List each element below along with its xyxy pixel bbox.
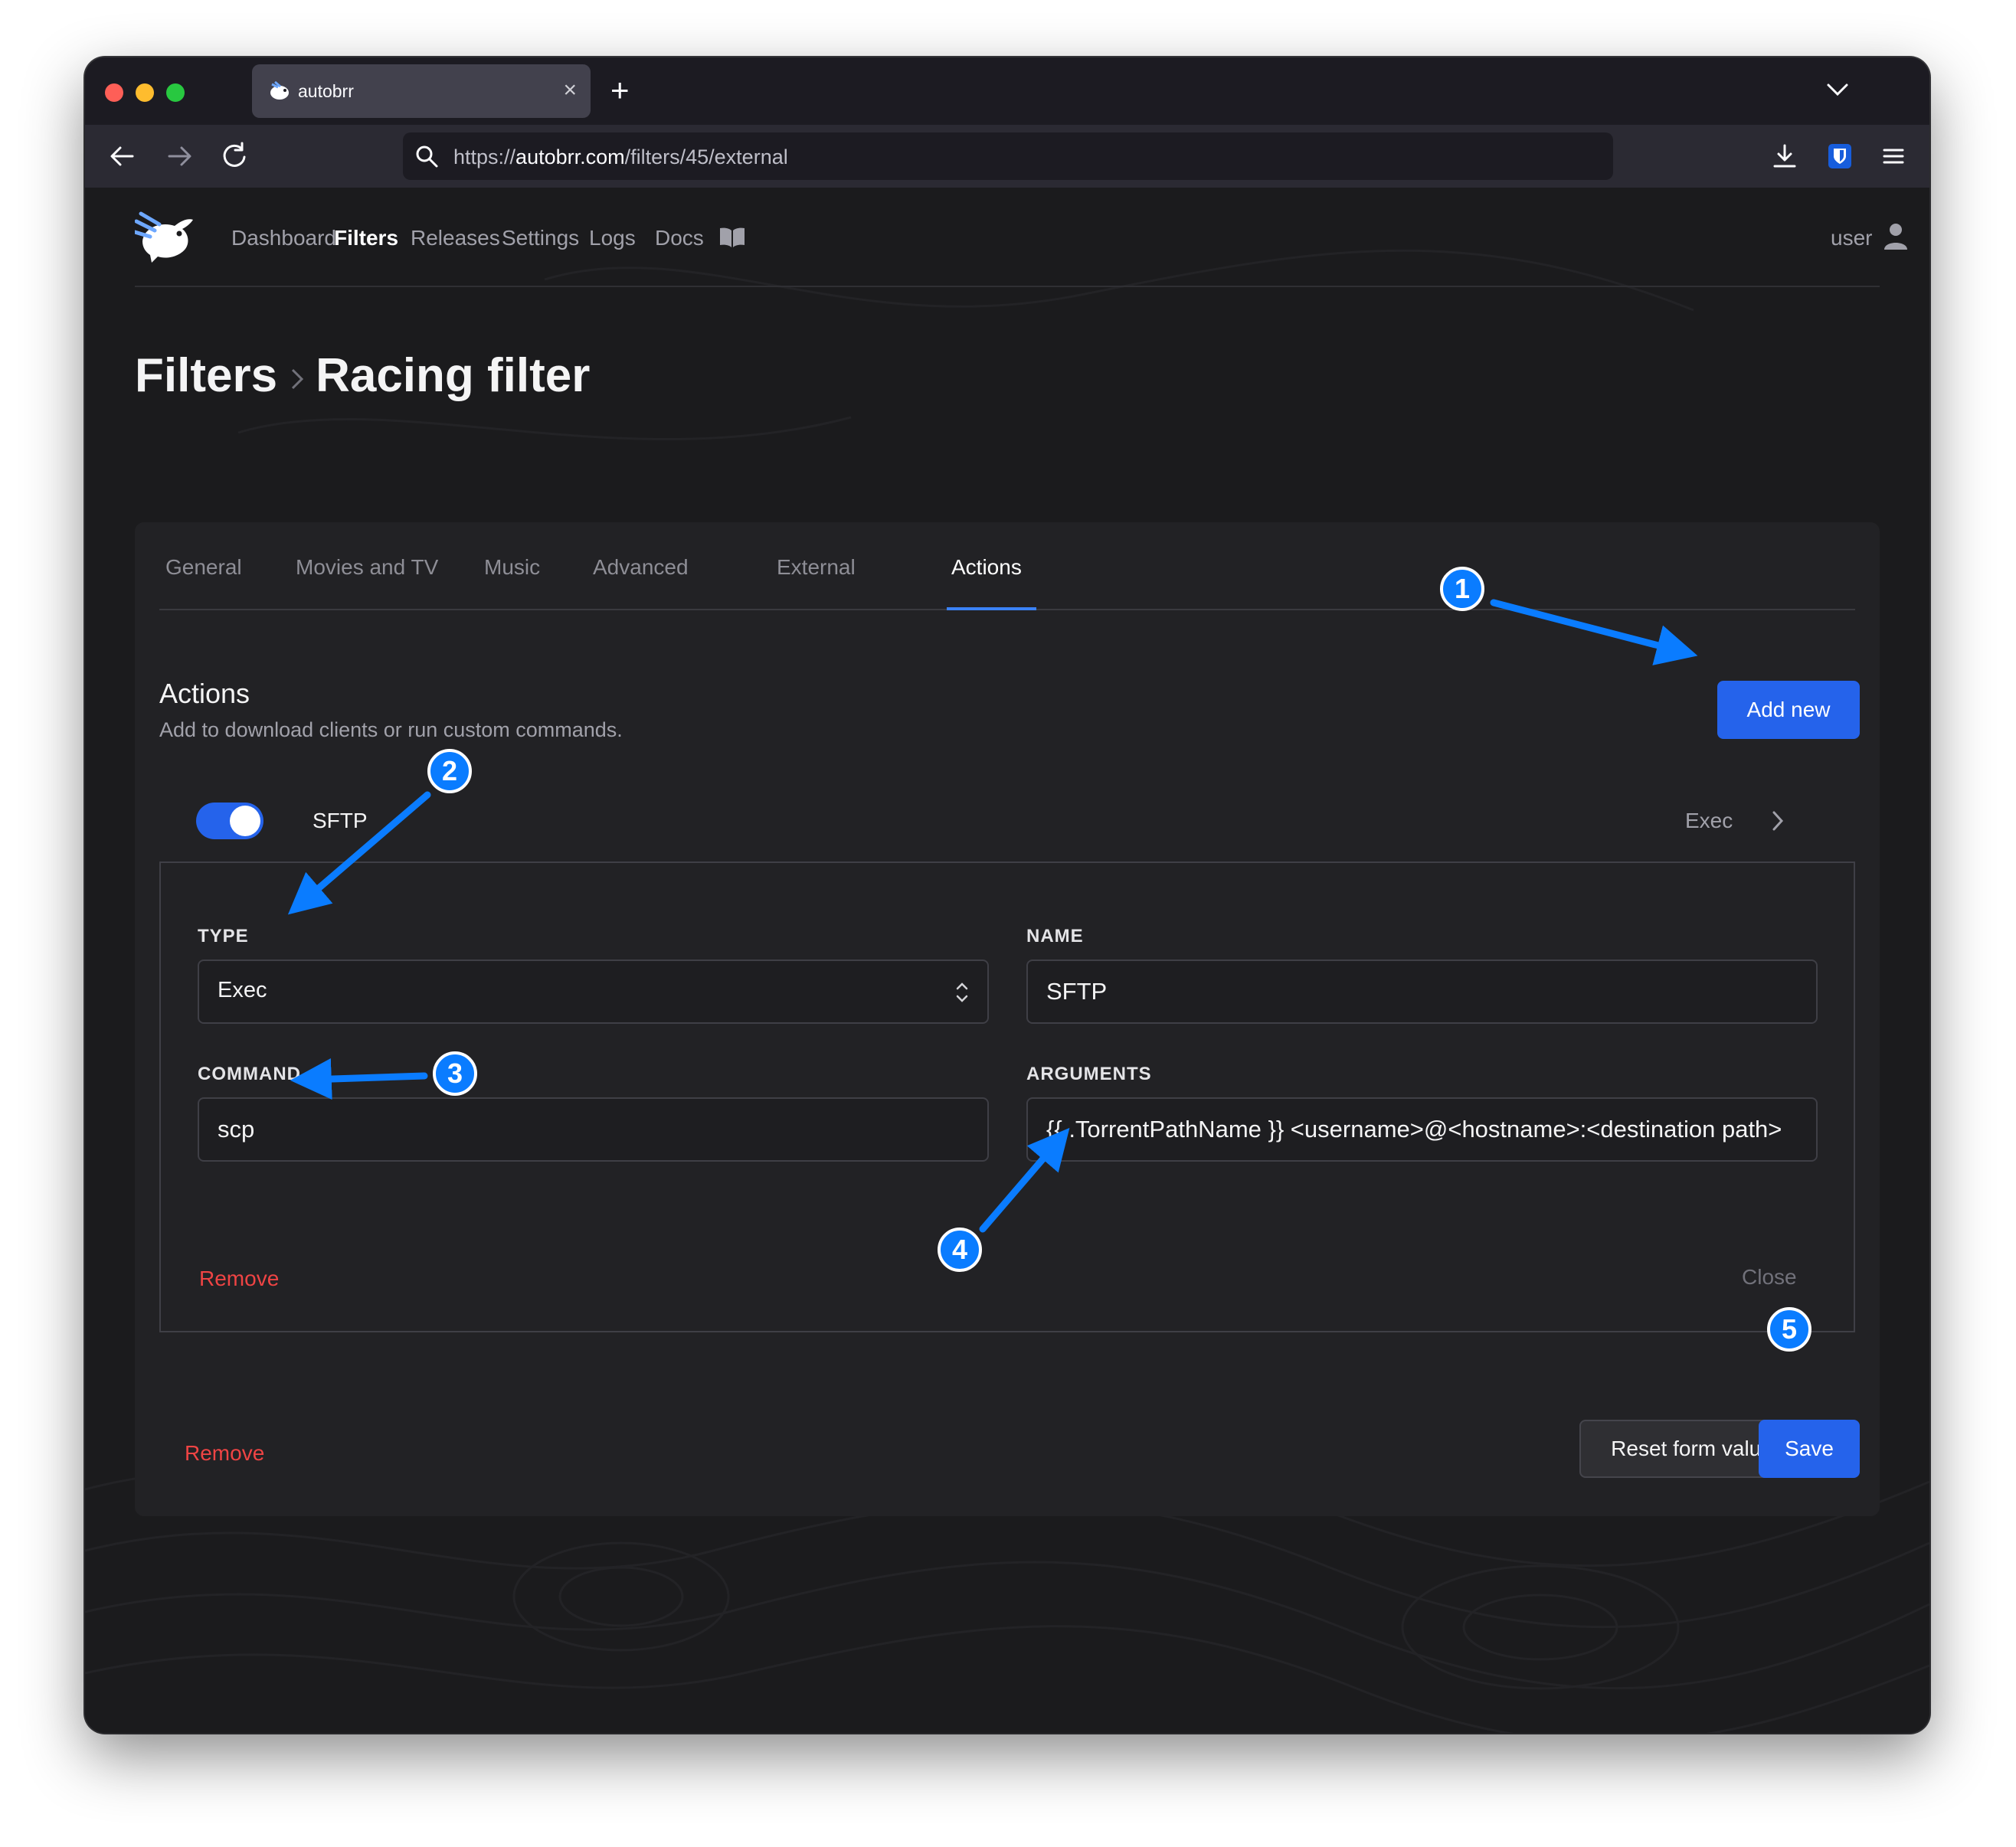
tab-general[interactable]: General: [165, 555, 242, 580]
arguments-label: ARGUMENTS: [1026, 1064, 1152, 1084]
command-field-value: scp: [218, 1116, 255, 1143]
nav-releases[interactable]: Releases: [411, 226, 500, 250]
url-text[interactable]: https://autobrr.com/filters/45/external: [453, 145, 788, 169]
chevron-up-down-icon: [956, 982, 968, 1002]
new-tab-button[interactable]: +: [610, 71, 630, 110]
tab-title: autobrr: [298, 81, 354, 101]
autobrr-logo-icon[interactable]: [135, 211, 196, 266]
action-enabled-toggle[interactable]: [196, 803, 263, 839]
filter-tabs: General Movies and TV Music Advanced Ext…: [159, 522, 1855, 610]
url-path: /filters/45/external: [624, 145, 788, 168]
download-icon[interactable]: [1769, 140, 1801, 172]
tab-advanced[interactable]: Advanced: [593, 555, 689, 580]
remove-filter-button[interactable]: Remove: [185, 1441, 264, 1466]
tab-actions[interactable]: Actions: [951, 555, 1022, 580]
chevron-down-icon[interactable]: [1822, 74, 1853, 105]
type-label: TYPE: [198, 926, 249, 946]
maximize-window-button[interactable]: [166, 83, 185, 102]
browser-nav-bar: https://autobrr.com/filters/45/external: [85, 125, 1929, 188]
browser-tab[interactable]: autobrr ×: [252, 64, 591, 118]
nav-settings[interactable]: Settings: [502, 226, 579, 250]
breadcrumb-current: Racing filter: [316, 349, 591, 402]
breadcrumb: Filters Racing filter: [135, 348, 590, 403]
toggle-knob: [230, 806, 260, 836]
book-open-icon: [720, 227, 745, 247]
close-tab-icon[interactable]: ×: [563, 75, 577, 106]
tab-music[interactable]: Music: [484, 555, 540, 580]
bitwarden-shield-icon[interactable]: [1824, 140, 1856, 172]
autobrr-favicon-icon: [270, 80, 289, 100]
search-icon: [416, 145, 438, 168]
type-select[interactable]: Exec: [198, 959, 989, 1024]
type-select-value: Exec: [218, 978, 267, 1002]
url-host: autobrr.com: [515, 145, 625, 168]
arguments-field-value: {{ .TorrentPathName }} <username>@<hostn…: [1046, 1116, 1782, 1143]
breadcrumb-parent[interactable]: Filters: [135, 349, 277, 402]
action-edit-panel: TYPE Exec NAME SFTP COMMAND scp ARGUMENT…: [159, 861, 1855, 1332]
forward-arrow-icon[interactable]: [163, 140, 195, 172]
reload-icon[interactable]: [218, 140, 250, 172]
active-tab-indicator: [947, 607, 1036, 610]
app-navbar: Dashboard Filters Releases Settings Logs…: [135, 188, 1907, 287]
tab-external[interactable]: External: [777, 555, 856, 580]
action-name[interactable]: SFTP: [313, 809, 368, 833]
name-field[interactable]: SFTP: [1026, 959, 1818, 1024]
annotation-badge-5: 5: [1767, 1307, 1811, 1352]
annotation-badge-3: 3: [433, 1051, 477, 1096]
chevron-right-icon[interactable]: [1766, 807, 1789, 835]
url-scheme: https://: [453, 145, 516, 168]
filter-card: General Movies and TV Music Advanced Ext…: [135, 522, 1880, 1516]
close-window-button[interactable]: [105, 83, 123, 102]
name-label: NAME: [1026, 926, 1084, 946]
annotation-badge-4: 4: [938, 1228, 982, 1272]
nav-dashboard[interactable]: Dashboard: [231, 226, 336, 250]
chevron-right-icon: [292, 368, 304, 389]
action-type-summary[interactable]: Exec: [1685, 809, 1733, 833]
browser-tab-bar: autobrr × +: [85, 57, 1929, 125]
nav-filters[interactable]: Filters: [334, 226, 398, 250]
user-icon[interactable]: [1883, 222, 1909, 251]
tab-movies-and-tv[interactable]: Movies and TV: [296, 555, 438, 580]
arguments-field[interactable]: {{ .TorrentPathName }} <username>@<hostn…: [1026, 1097, 1818, 1162]
user-menu-label[interactable]: user: [1831, 226, 1872, 250]
minimize-window-button[interactable]: [136, 83, 154, 102]
page-content: Dashboard Filters Releases Settings Logs…: [85, 188, 1929, 1733]
remove-action-button[interactable]: Remove: [199, 1267, 279, 1291]
annotation-badge-2: 2: [427, 749, 472, 793]
section-description: Add to download clients or run custom co…: [159, 718, 623, 741]
close-action-button[interactable]: Close: [1742, 1265, 1797, 1290]
command-field[interactable]: scp: [198, 1097, 989, 1162]
url-bar[interactable]: https://autobrr.com/filters/45/external: [403, 132, 1613, 180]
nav-logs[interactable]: Logs: [589, 226, 636, 250]
command-label: COMMAND: [198, 1064, 301, 1084]
back-arrow-icon[interactable]: [106, 140, 139, 172]
nav-docs[interactable]: Docs: [655, 226, 704, 250]
add-new-action-button[interactable]: Add new: [1717, 681, 1860, 739]
browser-window: autobrr × + https://autobrr.com/filters/…: [85, 57, 1929, 1733]
save-button[interactable]: Save: [1759, 1420, 1860, 1478]
name-field-value: SFTP: [1046, 978, 1108, 1005]
hamburger-menu-icon[interactable]: [1877, 140, 1910, 172]
section-title: Actions: [159, 678, 250, 709]
annotation-badge-1: 1: [1440, 567, 1484, 611]
